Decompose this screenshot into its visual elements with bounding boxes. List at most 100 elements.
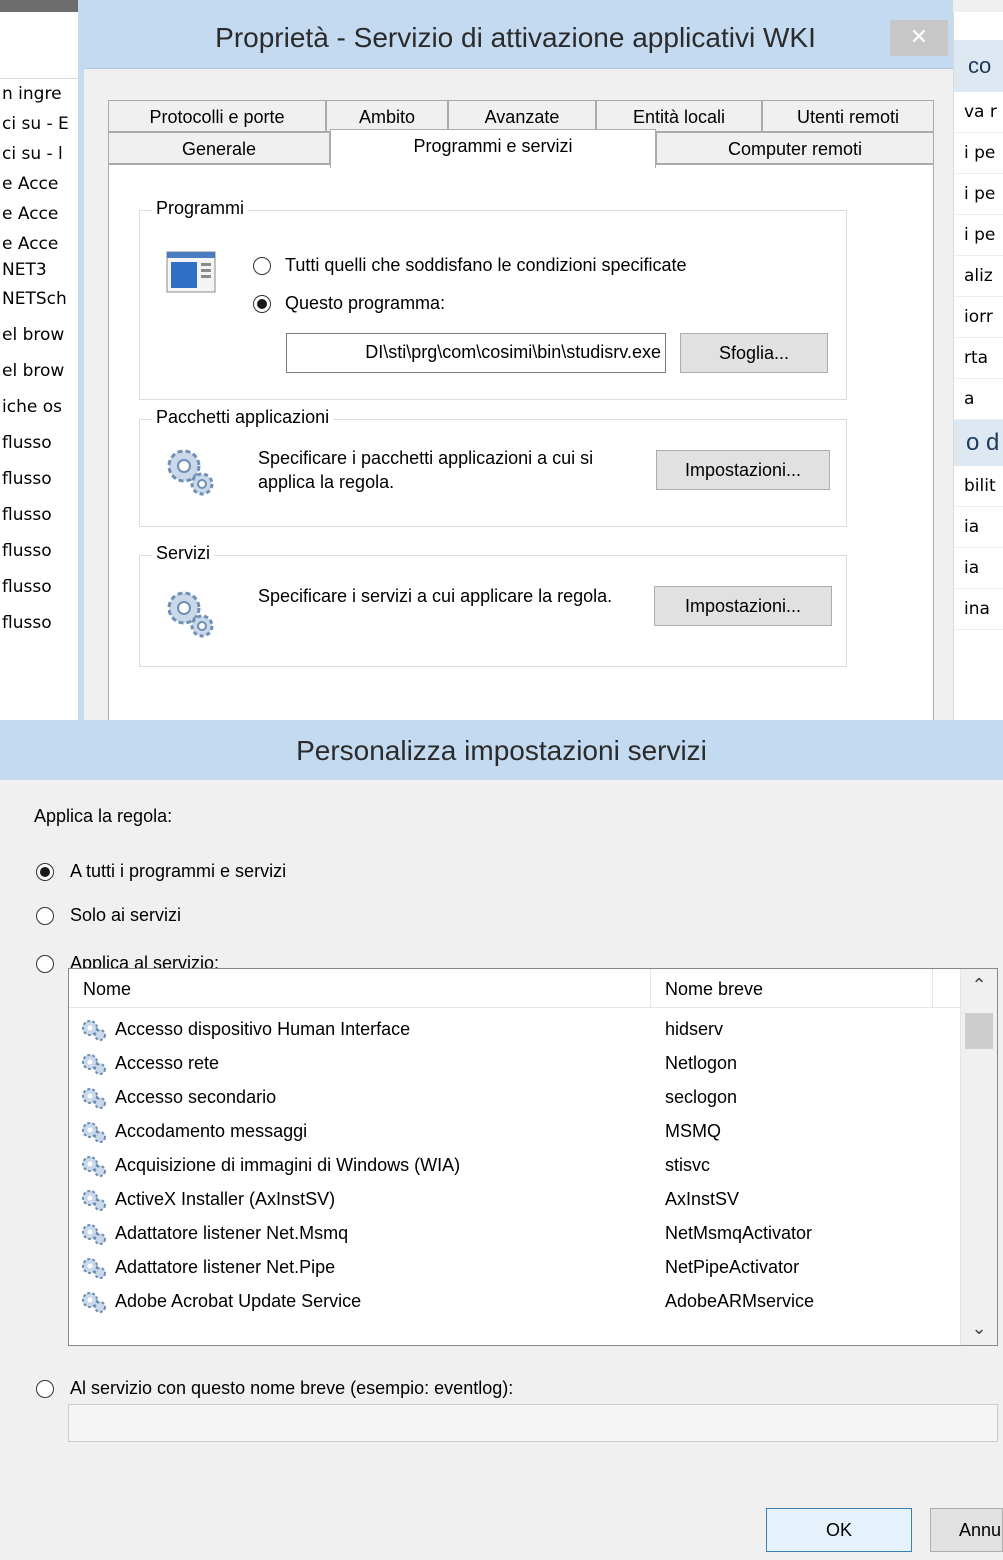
service-name: Accodamento messaggi: [115, 1121, 308, 1141]
tab-generale[interactable]: Generale: [108, 132, 330, 164]
short-name-label[interactable]: Al servizio con questo nome breve (esemp…: [70, 1378, 513, 1399]
service-gears-icon: [82, 1292, 106, 1313]
background-rule-row[interactable]: e Acce: [0, 169, 78, 199]
this-program-label[interactable]: Questo programma:: [285, 293, 445, 314]
dialog-title: Personalizza impostazioni servizi: [0, 720, 1003, 780]
background-action-item[interactable]: va r: [954, 92, 1003, 133]
services-list[interactable]: Nome Nome breve Accesso dispositivo Huma…: [68, 968, 998, 1346]
service-gears-icon: [82, 1224, 106, 1245]
all-programs-services-radio[interactable]: [36, 863, 54, 881]
services-description: Specificare i servizi a cui applicare la…: [258, 586, 613, 606]
background-rule-row[interactable]: flusso: [0, 605, 78, 641]
short-name-input[interactable]: [68, 1404, 998, 1442]
scroll-up-icon[interactable]: ⌃: [961, 975, 997, 996]
background-rule-row[interactable]: flusso: [0, 425, 78, 461]
this-program-radio[interactable]: [253, 295, 271, 313]
service-short-name: AdobeARMservice: [665, 1291, 815, 1311]
service-row[interactable]: ActiveX Installer (AxInstSV) AxInstSV: [69, 1183, 961, 1217]
background-action-item[interactable]: aliz: [954, 256, 1003, 297]
background-action-item[interactable]: i pe: [954, 133, 1003, 174]
background-rule-row[interactable]: e Acce: [0, 199, 78, 229]
vertical-scrollbar[interactable]: ⌃ ⌄: [960, 969, 997, 1345]
service-name: Adobe Acrobat Update Service: [115, 1291, 362, 1311]
background-rule-row[interactable]: iche os: [0, 389, 78, 425]
service-name: Adattatore listener Net.Pipe: [115, 1257, 336, 1277]
scroll-down-icon[interactable]: ⌄: [961, 1318, 997, 1339]
background-rule-row[interactable]: flusso: [0, 461, 78, 497]
background-rule-row[interactable]: e Acce: [0, 229, 78, 259]
service-row[interactable]: Acquisizione di immagini di Windows (WIA…: [69, 1149, 961, 1183]
background-list-header: [0, 12, 78, 79]
background-action-item[interactable]: i pe: [954, 174, 1003, 215]
background-actions-section: o d: [954, 420, 1003, 466]
service-name: ActiveX Installer (AxInstSV): [115, 1189, 336, 1209]
ok-button[interactable]: OK: [766, 1508, 912, 1552]
service-name: Acquisizione di immagini di Windows (WIA…: [115, 1155, 461, 1175]
all-programs-services-label[interactable]: A tutti i programmi e servizi: [70, 861, 286, 882]
service-short-name: hidserv: [665, 1019, 724, 1039]
service-row[interactable]: Adattatore listener Net.Msmq NetMsmqActiv…: [69, 1217, 961, 1251]
background-rule-list: n ingre ci su - E ci su - l e Acce e Acc…: [0, 12, 79, 720]
tab-protocolli-e-porte[interactable]: Protocolli e porte: [108, 100, 326, 132]
short-name-radio[interactable]: [36, 1380, 54, 1398]
service-name: Accesso dispositivo Human Interface: [115, 1019, 411, 1039]
tab-avanzate[interactable]: Avanzate: [448, 100, 596, 132]
background-action-item[interactable]: ina: [954, 589, 1003, 630]
background-action-item[interactable]: ia: [954, 507, 1003, 548]
service-row[interactable]: Adattatore listener Net.Pipe NetPipeActiv…: [69, 1251, 961, 1285]
service-row[interactable]: Accesso secondario seclogon: [69, 1081, 961, 1115]
tab-computer-remoti[interactable]: Computer remoti: [656, 132, 934, 164]
browse-button[interactable]: Sfoglia...: [680, 333, 828, 373]
background-rule-row[interactable]: flusso: [0, 569, 78, 605]
background-action-item[interactable]: a: [954, 379, 1003, 420]
service-row[interactable]: Accesso rete Netlogon: [69, 1047, 961, 1081]
tab-programmi-e-servizi[interactable]: Programmi e servizi: [330, 129, 656, 168]
background-action-item[interactable]: i pe: [954, 215, 1003, 256]
apply-rule-label: Applica la regola:: [34, 806, 173, 826]
services-settings-button[interactable]: Impostazioni...: [654, 586, 832, 626]
background-rule-row[interactable]: NETSch: [0, 281, 78, 317]
background-rule-row[interactable]: NET3: [0, 259, 78, 281]
all-programs-label[interactable]: Tutti quelli che soddisfano le condizion…: [285, 255, 687, 276]
service-row[interactable]: Accesso dispositivo Human Interface hidse…: [69, 1013, 961, 1047]
apply-to-service-radio[interactable]: [36, 955, 54, 973]
background-action-item[interactable]: rta: [954, 338, 1003, 379]
services-only-radio[interactable]: [36, 907, 54, 925]
column-header-name[interactable]: Nome: [69, 969, 651, 1007]
column-header-short-name[interactable]: Nome breve: [651, 969, 933, 1007]
gears-icon: [167, 591, 214, 638]
programs-group-label: Programmi: [152, 198, 249, 219]
service-short-name: MSMQ: [665, 1121, 721, 1141]
gears-icon: [167, 449, 214, 496]
services-group: Servizi Specificare i servizi a cui appl…: [139, 543, 847, 667]
packages-group: Pacchetti applicazioni Specificare i pac…: [139, 407, 847, 527]
background-rule-row[interactable]: ci su - l: [0, 139, 78, 169]
tab-utenti-remoti[interactable]: Utenti remoti: [762, 100, 934, 132]
background-action-item[interactable]: bilit: [954, 466, 1003, 507]
service-name: Adattatore listener Net.Msmq: [115, 1223, 349, 1243]
program-path-input[interactable]: DI\sti\prg\com\cosimi\bin\studisrv.exe: [286, 333, 666, 373]
background-rule-row[interactable]: el brow: [0, 353, 78, 389]
services-only-label[interactable]: Solo ai servizi: [70, 905, 181, 926]
background-rule-row[interactable]: ci su - E: [0, 109, 78, 139]
tab-ambito[interactable]: Ambito: [326, 100, 448, 132]
background-rule-row[interactable]: n ingre: [0, 79, 78, 109]
tab-entita-locali[interactable]: Entità locali: [596, 100, 762, 132]
service-row[interactable]: Accodamento messaggi MSMQ: [69, 1115, 961, 1149]
scrollbar-thumb[interactable]: [965, 1013, 993, 1049]
close-button[interactable]: ✕: [890, 20, 948, 56]
background-rule-row[interactable]: el brow: [0, 317, 78, 353]
service-row[interactable]: Adobe Acrobat Update Service AdobeARMserv…: [69, 1285, 961, 1319]
all-programs-radio[interactable]: [253, 257, 271, 275]
service-gears-icon: [82, 1054, 106, 1075]
service-gears-icon: [82, 1020, 106, 1041]
background-action-item[interactable]: ia: [954, 548, 1003, 589]
service-gears-icon: [82, 1156, 106, 1177]
packages-settings-button[interactable]: Impostazioni...: [656, 450, 830, 490]
service-short-name: NetPipeActivator: [665, 1257, 800, 1277]
background-rule-row[interactable]: flusso: [0, 497, 78, 533]
cancel-button[interactable]: Annu: [930, 1508, 1003, 1552]
background-rule-row[interactable]: flusso: [0, 533, 78, 569]
background-action-item[interactable]: iorr: [954, 297, 1003, 338]
properties-dialog: Proprietà - Servizio di attivazione appl…: [78, 0, 953, 724]
